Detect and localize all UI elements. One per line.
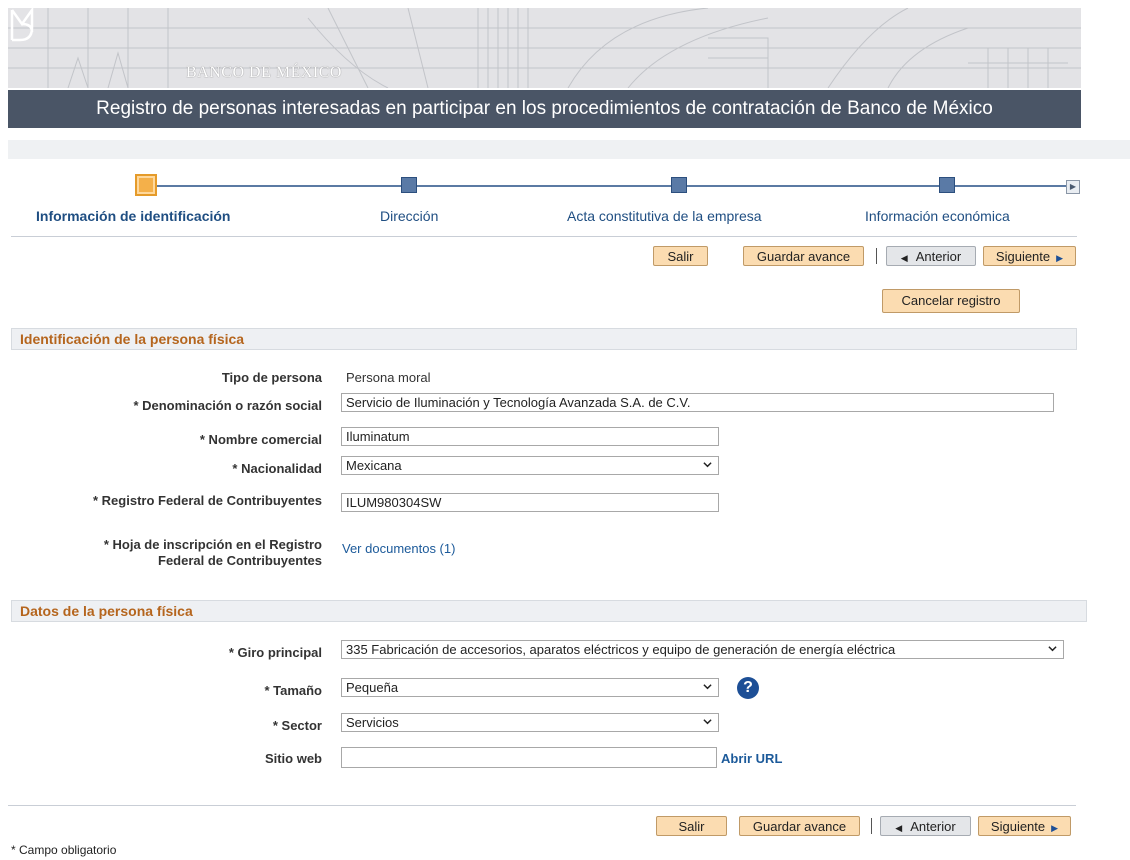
chevron-left-icon: ◀ — [895, 823, 903, 833]
tamano-label: * Tamaño — [264, 683, 322, 698]
giro-principal-select[interactable]: 335 Fabricación de accesorios, aparatos … — [341, 640, 1064, 659]
step-marker-direccion[interactable] — [401, 177, 417, 193]
anterior-button-top[interactable]: ◀ Anterior — [886, 246, 976, 266]
sitio-web-input[interactable] — [341, 747, 717, 768]
denominacion-input[interactable]: Servicio de Iluminación y Tecnología Ava… — [341, 393, 1054, 412]
nombre-comercial-input[interactable]: Iluminatum — [341, 427, 719, 446]
chevron-right-icon: ▶ — [1051, 823, 1059, 833]
nacionalidad-label: * Nacionalidad — [232, 461, 322, 476]
steps-divider — [11, 236, 1077, 237]
chevron-down-icon — [703, 462, 712, 468]
sitio-web-label: Sitio web — [264, 751, 322, 766]
step-marker-economica[interactable] — [939, 177, 955, 193]
siguiente-label: Siguiente — [995, 249, 1051, 264]
siguiente-button-top[interactable]: Siguiente ▶ — [983, 246, 1076, 266]
logo-text: BANCO DE MÉXICO — [186, 64, 342, 81]
banner-background-graphic — [8, 8, 1081, 88]
anterior-label: Anterior — [915, 249, 962, 264]
hoja-inscripcion-label: * Hoja de inscripción en el Registro Fed… — [104, 537, 322, 569]
rfc-input[interactable]: ILUM980304SW — [341, 493, 719, 512]
steps-next-arrow-icon[interactable]: ▶ — [1066, 180, 1080, 194]
guardar-avance-button-top[interactable]: Guardar avance — [743, 246, 864, 266]
section-header-datos: Datos de la persona física — [11, 600, 1087, 622]
step-label-identificacion[interactable]: Información de identificación — [36, 208, 230, 224]
abrir-url-link[interactable]: Abrir URL — [721, 751, 782, 766]
footer-divider — [8, 805, 1076, 806]
tamano-value: Pequeña — [346, 680, 399, 695]
sector-select[interactable]: Servicios — [341, 713, 719, 732]
tamano-select[interactable]: Pequeña — [341, 678, 719, 697]
nacionalidad-value: Mexicana — [346, 458, 402, 473]
salir-button-top[interactable]: Salir — [653, 246, 708, 266]
step-progress-line — [150, 185, 1077, 187]
ver-documentos-link[interactable]: Ver documentos (1) — [342, 541, 455, 556]
step-label-economica[interactable]: Información económica — [865, 208, 1010, 224]
nombre-comercial-label: * Nombre comercial — [199, 432, 322, 447]
header-banner: BANCO DE MÉXICO — [8, 8, 1081, 88]
giro-principal-label: * Giro principal — [228, 645, 322, 660]
denominacion-label: * Denominación o razón social — [133, 398, 322, 413]
anterior-label: Anterior — [910, 819, 956, 834]
campo-obligatorio-note: * Campo obligatorio — [11, 843, 117, 857]
chevron-down-icon — [703, 719, 712, 725]
chevron-down-icon — [1048, 646, 1057, 652]
toolbar-separator-bottom — [871, 818, 872, 834]
siguiente-label: Siguiente — [990, 819, 1046, 834]
rfc-label: * Registro Federal de Contribuyentes — [93, 493, 322, 508]
toolbar-separator — [876, 248, 877, 264]
hoja-label-line2: Federal de Contribuyentes — [158, 553, 322, 568]
cancelar-registro-button[interactable]: Cancelar registro — [882, 289, 1020, 313]
giro-principal-value: 335 Fabricación de accesorios, aparatos … — [346, 642, 896, 657]
guardar-avance-button-bottom[interactable]: Guardar avance — [739, 816, 860, 836]
anterior-button-bottom[interactable]: ◀ Anterior — [880, 816, 971, 836]
hoja-label-line1: * Hoja de inscripción en el Registro — [103, 537, 322, 552]
nacionalidad-select[interactable]: Mexicana — [341, 456, 719, 475]
section-header-identificacion: Identificación de la persona física — [11, 328, 1077, 350]
tipo-persona-label: Tipo de persona — [221, 370, 322, 385]
sector-label: * Sector — [272, 718, 322, 733]
help-icon[interactable]: ? — [737, 677, 759, 699]
chevron-left-icon: ◀ — [900, 253, 908, 263]
sector-value: Servicios — [346, 715, 399, 730]
step-marker-identificacion[interactable] — [135, 174, 157, 196]
banxico-logo-icon — [10, 8, 34, 42]
step-label-direccion[interactable]: Dirección — [380, 208, 438, 224]
header-divider-strip — [8, 140, 1130, 159]
step-marker-acta[interactable] — [671, 177, 687, 193]
step-label-acta[interactable]: Acta constitutiva de la empresa — [567, 208, 762, 224]
page-title: Registro de personas interesadas en part… — [8, 90, 1081, 128]
chevron-down-icon — [703, 684, 712, 690]
salir-button-bottom[interactable]: Salir — [656, 816, 727, 836]
siguiente-button-bottom[interactable]: Siguiente ▶ — [978, 816, 1071, 836]
tipo-persona-value: Persona moral — [346, 370, 431, 385]
chevron-right-icon: ▶ — [1056, 253, 1064, 263]
